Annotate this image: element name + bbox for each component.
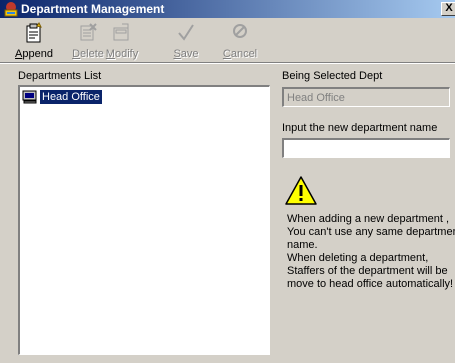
- modify-button[interactable]: Modify: [100, 18, 144, 62]
- delete-icon: [80, 23, 97, 41]
- warning-line: When adding a new department ,: [287, 213, 450, 225]
- departments-list-label: Departments List: [18, 70, 102, 82]
- save-label: Save: [173, 48, 199, 60]
- tree-item-label: Head Office: [39, 89, 103, 105]
- window-title: Department Management: [21, 2, 165, 16]
- selected-dept-label: Being Selected Dept: [282, 70, 383, 82]
- toolbar-separator: [0, 62, 455, 64]
- new-dept-label: Input the new department name: [282, 122, 438, 134]
- modify-icon: [113, 23, 129, 41]
- cancel-button[interactable]: Cancel: [218, 18, 262, 62]
- departments-tree[interactable]: Head Office: [18, 85, 270, 355]
- checkmark-icon: [178, 24, 194, 41]
- warning-line: When deleting a department,: [287, 252, 429, 264]
- selected-dept-field: [282, 87, 450, 107]
- warning-line: move to head office automatically!: [287, 278, 454, 290]
- toolbar: Append Delete Modify Save Cancel: [0, 18, 455, 62]
- warning-line: Staffers of the department will be: [287, 265, 448, 277]
- app-icon: [4, 2, 18, 17]
- close-button[interactable]: X: [441, 2, 455, 16]
- new-dept-input[interactable]: [282, 138, 450, 158]
- save-button[interactable]: Save: [164, 18, 208, 62]
- computer-icon: [22, 90, 37, 104]
- warning-note: When adding a new department , You can't…: [287, 213, 455, 291]
- cancel-icon: [233, 24, 247, 38]
- append-icon: [26, 22, 42, 43]
- warning-icon: [285, 176, 317, 205]
- title-bar: Department Management X: [0, 0, 455, 18]
- append-label: Append: [15, 48, 53, 60]
- cancel-label: Cancel: [222, 48, 258, 60]
- warning-line: name.: [287, 239, 318, 251]
- modify-label: Modify: [105, 48, 139, 60]
- append-button[interactable]: Append: [12, 18, 56, 62]
- warning-line: You can't use any same departmen: [287, 226, 455, 238]
